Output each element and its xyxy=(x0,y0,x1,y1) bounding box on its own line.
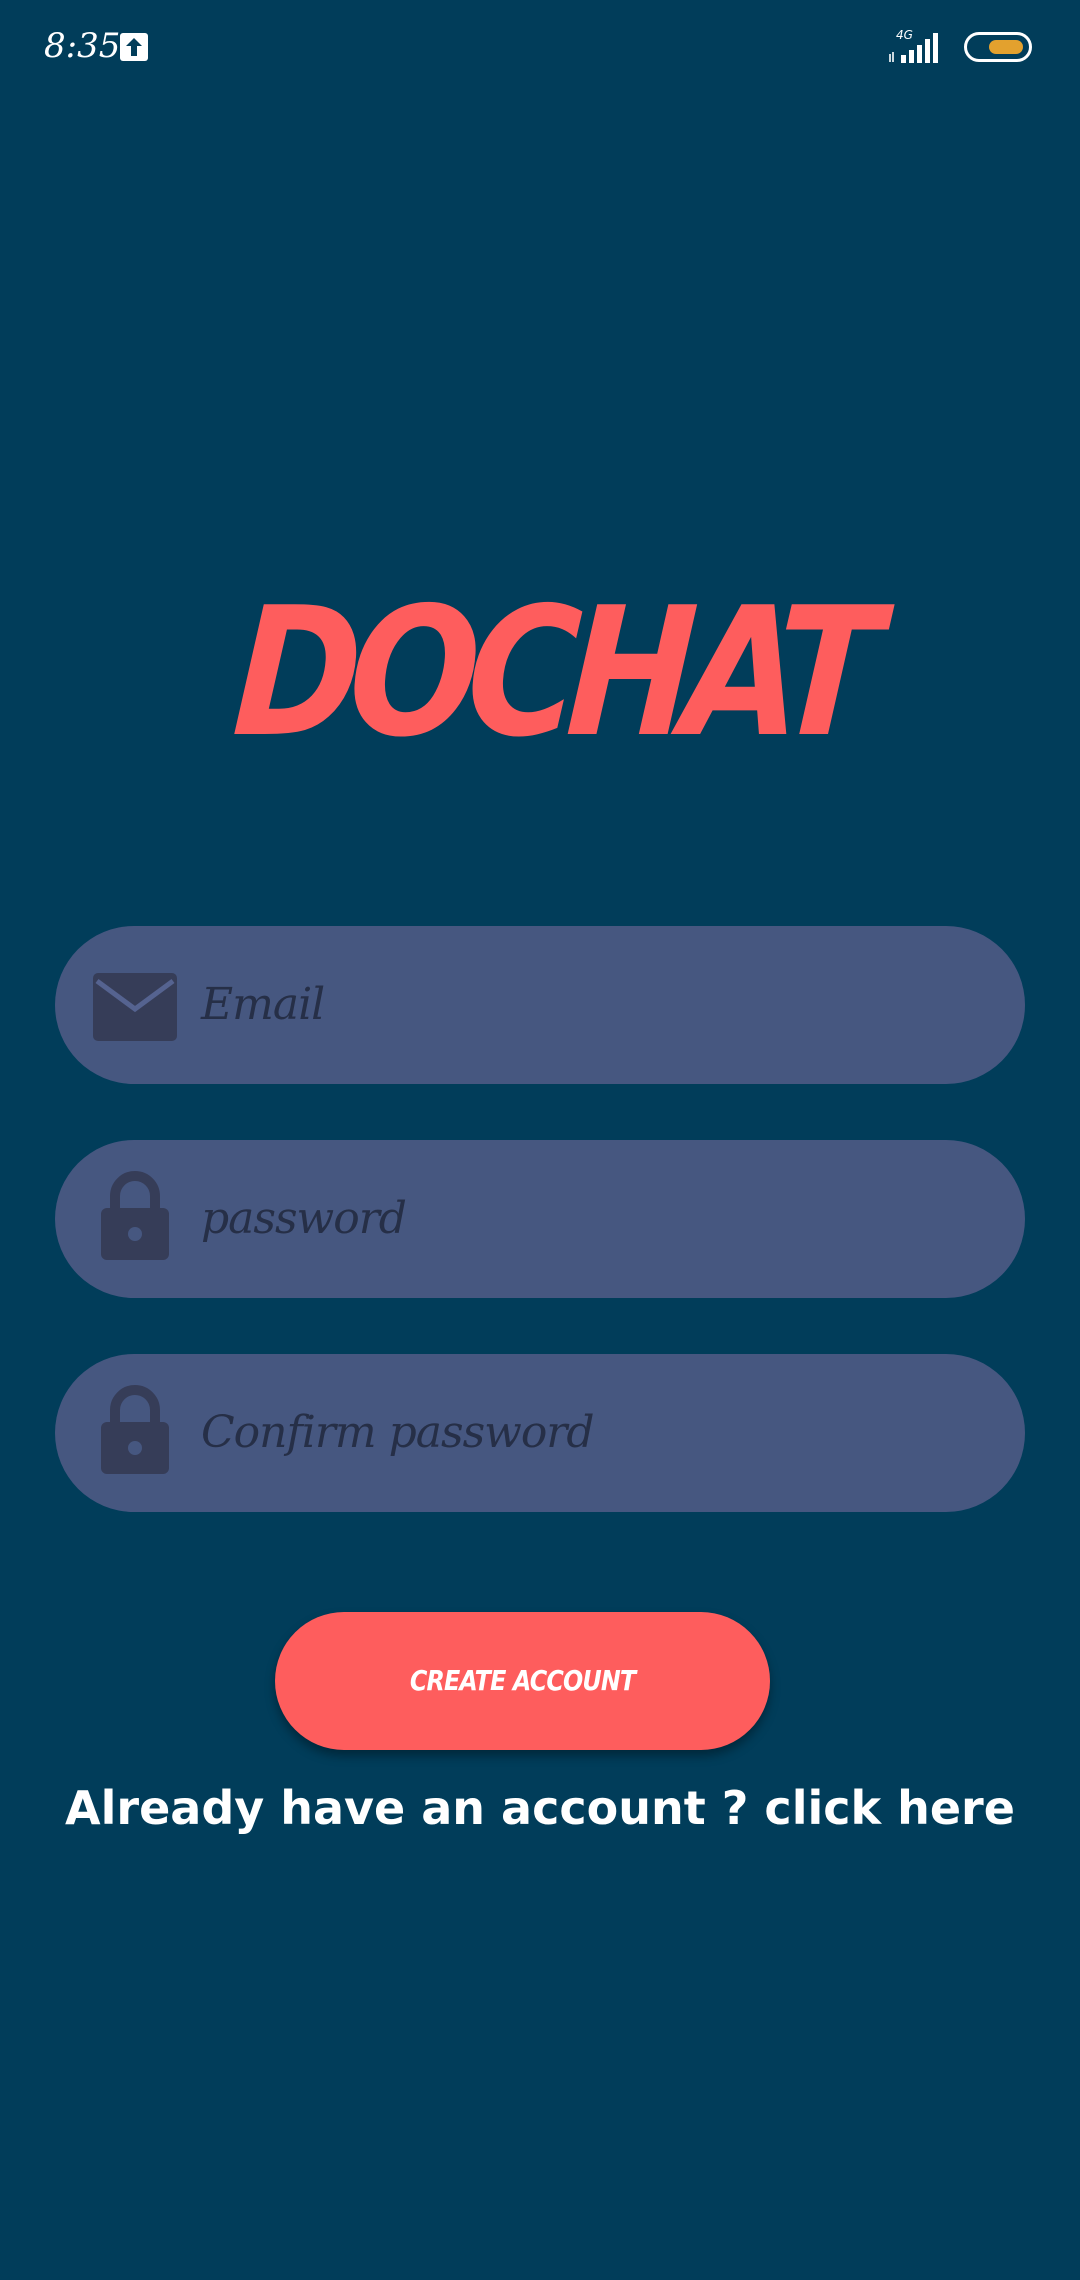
app-logo-text: DOCHAT xyxy=(228,569,875,776)
signal-icon: 4G xyxy=(888,28,950,64)
upload-icon xyxy=(120,33,148,61)
signin-link[interactable]: Already have an account ? click here xyxy=(0,1776,1080,1840)
lock-icon xyxy=(99,1384,171,1484)
email-field[interactable]: Email xyxy=(55,926,1025,1084)
status-time: 8:35 xyxy=(44,26,121,66)
network-type-label: 4G xyxy=(896,28,913,42)
app-logo: DOCHAT xyxy=(229,569,875,776)
battery-icon xyxy=(964,32,1032,62)
battery-level xyxy=(989,40,1023,54)
create-account-button[interactable]: CREATE ACCOUNT xyxy=(275,1612,770,1750)
confirm-password-placeholder: Confirm password xyxy=(201,1407,595,1458)
password-field[interactable]: password xyxy=(55,1140,1025,1298)
email-placeholder: Email xyxy=(201,979,325,1030)
status-bar: 8:35 4G xyxy=(0,0,1080,96)
create-account-label: CREATE ACCOUNT xyxy=(409,1664,636,1697)
password-placeholder: password xyxy=(201,1193,407,1244)
confirm-password-field[interactable]: Confirm password xyxy=(55,1354,1025,1512)
lock-icon xyxy=(99,1170,171,1270)
mail-icon xyxy=(91,971,179,1043)
